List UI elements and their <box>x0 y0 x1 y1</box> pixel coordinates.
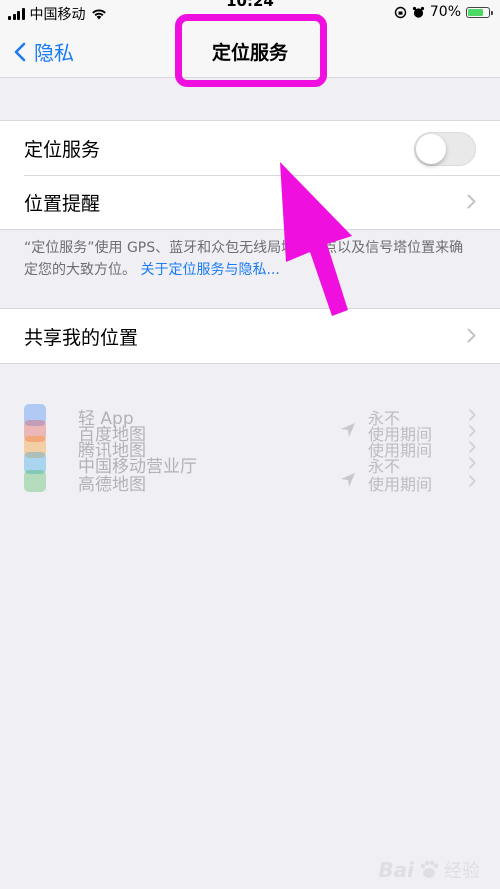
chevron-right-icon <box>467 194 476 209</box>
status-right: 70% <box>394 4 493 20</box>
alarm-icon <box>412 6 424 18</box>
toggle-knob <box>416 134 446 164</box>
battery-icon <box>466 6 493 18</box>
watermark-sub: 经验 <box>444 861 480 882</box>
chevron-right-icon <box>468 474 476 488</box>
chevron-right-icon <box>468 456 476 470</box>
share-location-group: 共享我的位置 <box>0 308 500 364</box>
app-name: 高德地图 <box>78 475 146 495</box>
app-status: 使用期间 <box>368 475 433 494</box>
app-icon <box>24 470 46 492</box>
app-location-list: 轻 App 永不 百度地图 使用期间 腾讯地图 使用期间 中国移动营业厅 永不 … <box>0 398 500 498</box>
share-location-label: 共享我的位置 <box>24 326 139 349</box>
location-services-label: 定位服务 <box>24 138 101 161</box>
location-alerts-row[interactable]: 位置提醒 <box>0 175 500 229</box>
chevron-right-icon <box>467 328 476 343</box>
location-alerts-label: 位置提醒 <box>24 192 101 215</box>
location-services-toggle[interactable] <box>414 132 476 166</box>
location-services-row: 定位服务 <box>0 121 500 175</box>
location-settings-group: 定位服务 位置提醒 <box>0 120 500 230</box>
share-location-row[interactable]: 共享我的位置 <box>0 309 500 363</box>
battery-percent: 70% <box>429 4 461 20</box>
privacy-link[interactable]: 关于定位服务与隐私... <box>140 262 279 278</box>
title-highlight-box <box>175 14 327 87</box>
baidu-watermark: Bai 经验 <box>378 857 480 883</box>
location-arrow-icon <box>341 473 355 487</box>
rotation-lock-icon <box>394 6 407 18</box>
watermark-brand: Bai <box>378 858 414 882</box>
location-footer: “定位服务”使用 GPS、蓝牙和众包无线局域网热点以及信号塔位置来确定您的大致方… <box>24 237 476 281</box>
paw-icon <box>420 860 439 878</box>
app-row[interactable]: 高德地图 使用期间 <box>0 470 500 495</box>
